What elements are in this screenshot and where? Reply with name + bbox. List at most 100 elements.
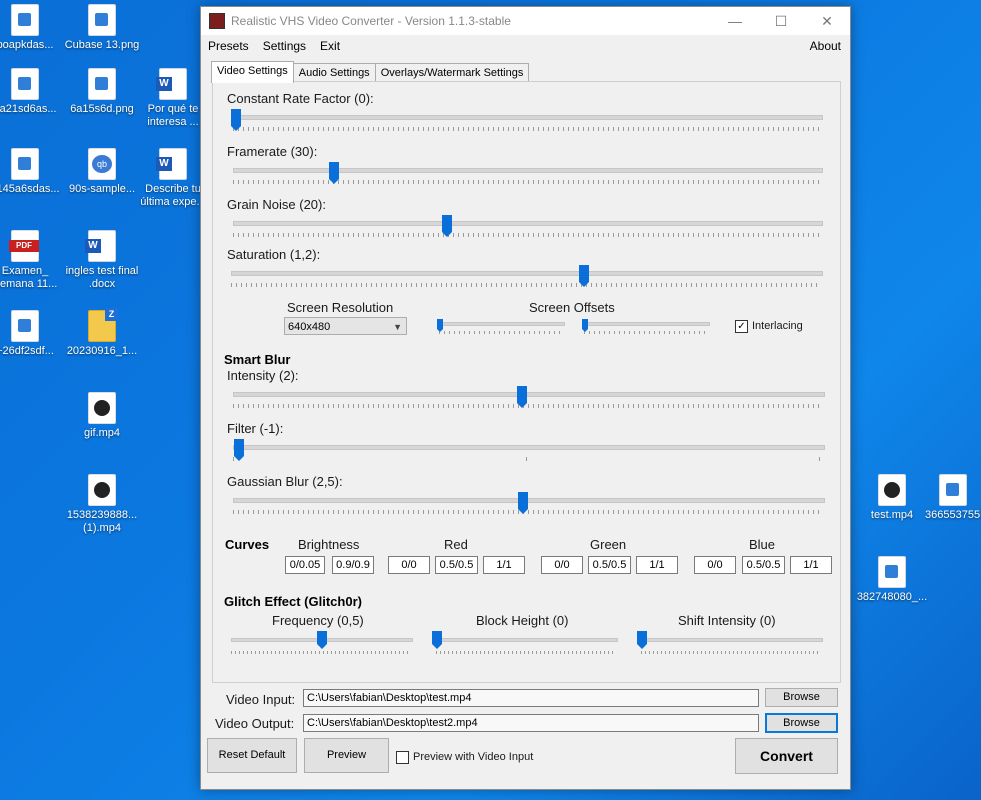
shift-intensity-slider-thumb[interactable] [637,631,647,649]
green-point-1-input[interactable]: 0/0 [541,556,583,574]
intensity-slider-thumb[interactable] [517,386,527,408]
preview-button[interactable]: Preview [304,738,389,773]
menu-exit[interactable]: Exit [313,39,347,53]
gaussian-blur-label: Gaussian Blur (2,5): [227,474,343,489]
minimize-button[interactable]: — [712,13,758,29]
frequency-slider-thumb[interactable] [317,631,327,649]
green-point-3-input[interactable]: 1/1 [636,556,678,574]
desktop-icon[interactable]: gif.mp4 [63,392,141,440]
title-bar[interactable]: Realistic VHS Video Converter - Version … [201,7,850,35]
close-button[interactable]: ✕ [804,13,850,30]
desktop-icon[interactable]: 6a15s6d.png [63,68,141,116]
desktop-icon-label: 90s-sample... [68,183,136,195]
shift-intensity-slider-track[interactable] [641,638,823,642]
filter-slider-thumb[interactable] [234,439,244,461]
image-file-icon [11,148,39,180]
red-point-2-input[interactable]: 0.5/0.5 [435,556,478,574]
saturation-slider-thumb[interactable] [579,265,589,287]
desktop-icon[interactable]: poapkdas... [0,4,64,52]
menu-about[interactable]: About [803,39,850,53]
framerate-slider-track[interactable] [233,168,823,173]
saturation-slider-track[interactable] [231,271,823,276]
window-title: Realistic VHS Video Converter - Version … [231,14,511,28]
screen-offset-x-track[interactable] [439,322,565,326]
desktop-icon[interactable]: 366553755... [925,474,981,522]
gaussian-blur-slider-ticks [233,510,823,514]
desktop-icon-label: 382748080_... [856,591,928,603]
gaussian-blur-slider-thumb[interactable] [518,492,528,514]
interlacing-checkbox[interactable]: ✓ [735,320,748,333]
curves-blue-label: Blue [749,537,776,552]
desktop-icon-label: Cubase 13.png [64,39,140,51]
image-file-icon [88,68,116,100]
block-height-slider-ticks [436,651,616,654]
word-document-icon [156,148,187,180]
preview-with-input-checkbox[interactable] [396,751,409,764]
tab-audio-settings[interactable]: Audio Settings [292,63,376,83]
intensity-slider-track[interactable] [233,392,825,397]
browse-output-button[interactable]: Browse [765,713,838,733]
screen-offset-y-thumb[interactable] [582,319,588,332]
desktop-icon[interactable]: 382748080_... [853,556,931,604]
desktop-icon[interactable]: 6145a6sdas... [0,148,64,196]
desktop-icon[interactable]: test.mp4 [853,474,931,522]
video-output-label: Video Output: [215,716,295,731]
maximize-button[interactable]: ☐ [758,13,804,30]
tab-overlays-watermark[interactable]: Overlays/Watermark Settings [374,63,530,83]
saturation-label: Saturation (1,2): [227,247,321,262]
desktop-icon-label: 6145a6sdas... [0,183,60,195]
video-file-icon [88,392,116,424]
video-input-field[interactable]: C:\Users\fabian\Desktop\test.mp4 [303,689,759,707]
gaussian-blur-slider-track[interactable] [233,498,825,503]
smart-blur-heading: Smart Blur [224,352,291,367]
screen-offset-y-track[interactable] [584,322,710,326]
curves-brightness-label: Brightness [298,537,360,552]
desktop-icon[interactable]: Examen_ Semana 11... [0,230,64,291]
grain-noise-slider-thumb[interactable] [442,215,452,237]
filter-slider-track[interactable] [233,445,825,450]
desktop-icon[interactable]: 20230916_1... [63,308,141,358]
desktop-icon-label: gif.mp4 [83,427,121,439]
desktop-icon[interactable]: 1538239888... (1).mp4 [63,474,141,535]
grain-noise-slider-track[interactable] [233,221,823,226]
menu-settings[interactable]: Settings [256,39,313,53]
block-height-slider-track[interactable] [436,638,618,642]
desktop-icon[interactable]: 6a21sd6as... [0,68,64,116]
desktop-icon-label: 366553755... [925,509,981,521]
menu-bar: Presets Settings Exit About [201,35,850,57]
crf-slider-track[interactable] [233,115,823,120]
app-icon [209,13,225,29]
desktop-icon[interactable]: +26df2sdf... [0,310,64,358]
video-output-field[interactable]: C:\Users\fabian\Desktop\test2.mp4 [303,714,759,732]
video-input-label: Video Input: [226,692,296,707]
interlacing-label: Interlacing [752,320,803,332]
chevron-down-icon: ▼ [393,322,402,332]
tab-strip: Video Settings Audio Settings Overlays/W… [211,61,530,83]
grain-noise-slider-ticks [233,233,821,237]
brightness-point-2-input[interactable]: 0.9/0.9 [332,556,374,574]
intensity-label: Intensity (2): [227,368,299,383]
desktop-icon[interactable]: Cubase 13.png [63,4,141,52]
blue-point-1-input[interactable]: 0/0 [694,556,736,574]
tab-video-settings[interactable]: Video Settings [211,61,294,83]
desktop-icon[interactable]: ingles test final .docx [63,230,141,291]
reset-default-button[interactable]: Reset Default [207,738,297,773]
menu-presets[interactable]: Presets [201,39,256,53]
screen-offset-x-thumb[interactable] [437,319,443,332]
screen-offset-x-ticks [439,331,563,334]
convert-button[interactable]: Convert [735,738,838,774]
red-point-1-input[interactable]: 0/0 [388,556,430,574]
blue-point-3-input[interactable]: 1/1 [790,556,832,574]
blue-point-2-input[interactable]: 0.5/0.5 [742,556,785,574]
brightness-point-1-input[interactable]: 0/0.05 [285,556,325,574]
desktop-icon[interactable]: 90s-sample... [63,148,141,196]
screen-resolution-select[interactable]: 640x480 ▼ [284,317,407,335]
crf-slider-thumb[interactable] [231,109,241,131]
red-point-3-input[interactable]: 1/1 [483,556,525,574]
curves-green-label: Green [590,537,627,552]
block-height-slider-thumb[interactable] [432,631,442,649]
framerate-slider-ticks [233,180,821,184]
framerate-slider-thumb[interactable] [329,162,339,184]
green-point-2-input[interactable]: 0.5/0.5 [588,556,631,574]
browse-input-button[interactable]: Browse [765,688,838,707]
